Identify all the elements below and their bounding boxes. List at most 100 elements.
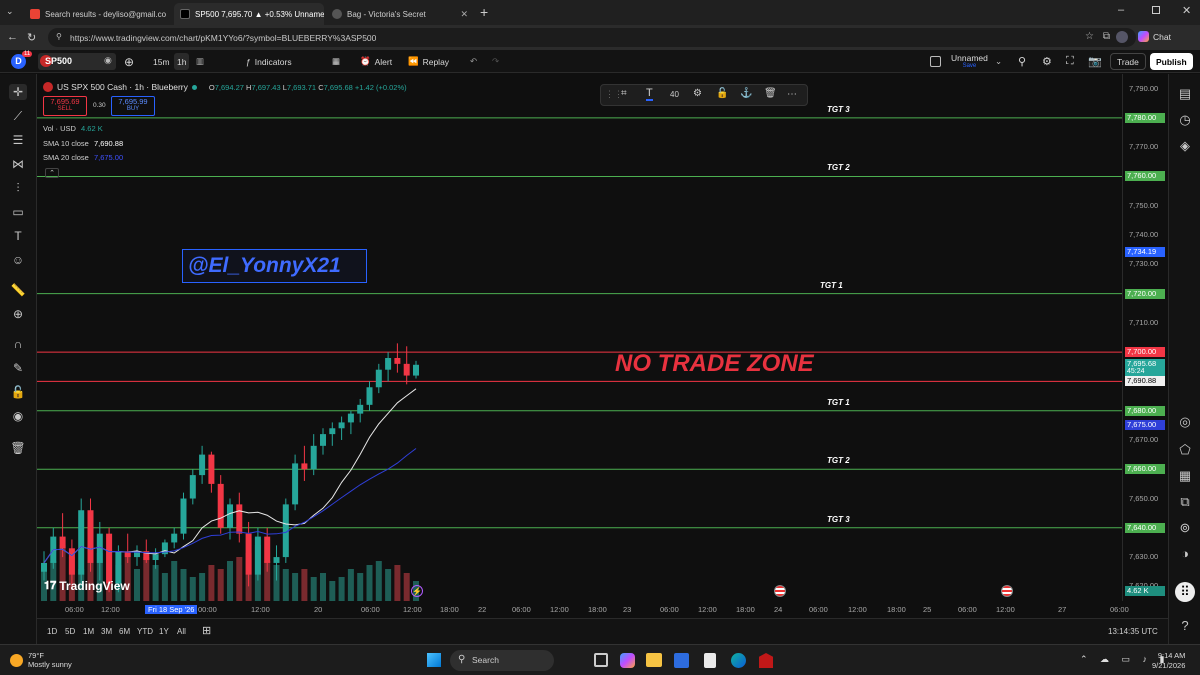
target-icon[interactable]: ◎ [1175,412,1195,432]
alert-button[interactable]: ⏰ Alert [360,53,392,70]
apps-grid-icon[interactable]: ⠿ [1175,582,1195,602]
close-tab-icon[interactable]: ✕ [456,9,468,20]
template-icon[interactable]: ⌗ [621,88,627,99]
delete-drawing-icon[interactable]: 🗑 [764,88,777,99]
tradingview-logo[interactable]: 𝟏𝟕 TradingView [44,579,130,593]
stay-in-drawing-mode-icon[interactable]: ✎ [9,360,27,376]
volume-legend[interactable]: Vol · USD 4.62 K [43,124,103,133]
settings-icon[interactable]: ⚙ [693,88,702,99]
close-window-icon[interactable]: ✕ [1182,4,1191,17]
layers-icon[interactable]: ◈ [1175,136,1195,156]
timezone-clock[interactable]: 13:14:35 UTC [1108,627,1158,636]
layout-name-button[interactable]: Unnamed Save [951,53,988,69]
chart-type-button[interactable]: ▥ [196,53,204,70]
help-icon[interactable]: ? [1175,616,1195,636]
trash-icon[interactable]: 🗑 [9,440,27,456]
font-size-select[interactable]: 40 [670,90,679,99]
streams-icon[interactable]: ⊚ [1175,518,1195,538]
range-1m[interactable]: 1M [83,627,94,636]
templates-button[interactable]: ▦ [332,53,340,70]
ideas-icon[interactable]: ⬠ [1175,440,1195,460]
crosshair-icon[interactable]: ✛ [9,84,27,100]
target-label[interactable]: TGT 2 [827,456,850,465]
geometric-shapes-icon[interactable]: ▭ [9,204,27,220]
calendar-icon[interactable]: ▦ [1175,466,1195,486]
target-label[interactable]: TGT 2 [827,163,850,172]
lock-icon[interactable]: 🔓 [9,384,27,400]
time-axis[interactable]: 06:00 12:00 Fri 18 Sep '26 00:00 12:00 20 06:0… [37,601,1168,618]
layout-dropdown-icon[interactable]: ⌄ [995,53,1002,70]
profile-icon[interactable] [1116,31,1128,43]
us-flag-event-icon[interactable] [774,585,786,597]
prediction-icon[interactable]: ⫶ [9,180,27,196]
range-3m[interactable]: 3M [101,627,112,636]
weather-widget[interactable]: 79°F Mostly sunny [10,651,72,669]
news-icon[interactable]: ⧉ [1175,492,1195,512]
hide-drawings-icon[interactable]: ◉ [9,408,27,424]
task-view-icon[interactable] [594,653,608,667]
us-flag-event-icon[interactable] [1001,585,1013,597]
undo-button[interactable]: ↶ [470,53,477,70]
back-icon[interactable]: ← [7,31,18,43]
collapse-legend-icon[interactable]: ⌃ [45,168,59,178]
fullscreen-icon[interactable]: ⛶ [1066,53,1074,70]
edge-icon[interactable] [731,653,746,668]
sma10-legend[interactable]: SMA 10 close 7,690.88 [43,139,123,148]
pattern-icon[interactable]: ⋈ [9,156,27,172]
browser-tab-gmail[interactable]: Search results - deyliso@gmail.co [24,3,172,25]
extensions-icon[interactable]: ⧉ [1103,31,1110,42]
compare-button[interactable]: ⊕ [124,53,134,70]
publish-button[interactable]: Publish [1150,53,1193,70]
favorite-icon[interactable]: ☆ [1085,31,1094,42]
chart-canvas[interactable] [37,74,1122,601]
no-trade-zone-label[interactable]: NO TRADE ZONE [615,350,814,378]
go-to-date-icon[interactable]: ⊞ [202,624,211,637]
alerts-clock-icon[interactable]: ◷ [1175,110,1195,130]
magnet-icon[interactable]: ∩ [9,336,27,352]
mcafee-icon[interactable] [759,653,773,668]
url-field[interactable]: ⚲ https://www.tradingview.com/chart/pKM1… [48,28,1136,47]
watchlist-icon[interactable]: ▤ [1175,84,1195,104]
price-axis[interactable]: 7,790.00 7,770.00 7,750.00 7,740.00 7,730.00… [1122,74,1168,601]
range-6m[interactable]: 6M [119,627,130,636]
range-all[interactable]: All [177,627,186,636]
lightning-event-icon[interactable]: ⚡ [411,585,423,597]
target-label[interactable]: TGT 3 [827,515,850,524]
symbol-legend[interactable]: US SPX 500 Cash · 1h · Blueberry O7,694.… [43,82,407,92]
windows-start-icon[interactable] [427,653,441,667]
indicators-button[interactable]: ƒ Indicators [246,53,292,70]
target-label[interactable]: TGT 1 [820,281,843,290]
redo-button[interactable]: ↷ [492,53,499,70]
taskbar-search-box[interactable]: ⚲ Search [450,650,554,671]
quick-search-icon[interactable]: ⚲ [1018,53,1026,70]
interval-1h[interactable]: 1h [174,53,190,70]
site-info-icon[interactable]: ⚲ [56,32,62,41]
range-5d[interactable]: 5D [65,627,75,636]
minimize-icon[interactable]: – [1118,4,1124,16]
store-icon[interactable] [674,653,689,668]
snapshot-camera-icon[interactable]: 📷 [1088,53,1102,70]
zoom-in-icon[interactable]: ⊕ [9,306,27,322]
target-label[interactable]: TGT 1 [827,398,850,407]
buy-button[interactable]: 7,695.99 BUY [111,96,155,116]
layout-select-icon[interactable] [930,56,941,67]
settings-gear-icon[interactable]: ⚙ [1042,53,1052,70]
ruler-icon[interactable]: 📏 [9,282,27,298]
notepad-icon[interactable] [704,653,716,668]
replay-button[interactable]: ⏪ Replay [408,53,449,70]
text-tool-icon[interactable]: T [9,228,27,244]
copilot-taskbar-icon[interactable] [620,653,635,668]
chart-pane[interactable]: US SPX 500 Cash · 1h · Blueberry O7,694.… [37,74,1122,601]
symbol-search[interactable]: SP500 ◉ [38,53,116,70]
anchor-icon[interactable]: ⚓ [740,88,752,99]
sell-button[interactable]: 7,695.69 SELL [43,96,87,116]
copilot-chat-button[interactable]: Chat [1138,31,1171,42]
icons-tool-icon[interactable]: ☺ [9,252,27,268]
sma20-legend[interactable]: SMA 20 close 7,675.00 [43,153,123,162]
range-ytd[interactable]: YTD [137,627,153,636]
restore-icon[interactable] [1152,6,1160,14]
trade-button[interactable]: Trade [1110,53,1146,70]
range-1d[interactable]: 1D [47,627,57,636]
lock-drawing-icon[interactable]: 🔓 [716,88,728,99]
new-tab-button[interactable]: + [480,4,488,20]
